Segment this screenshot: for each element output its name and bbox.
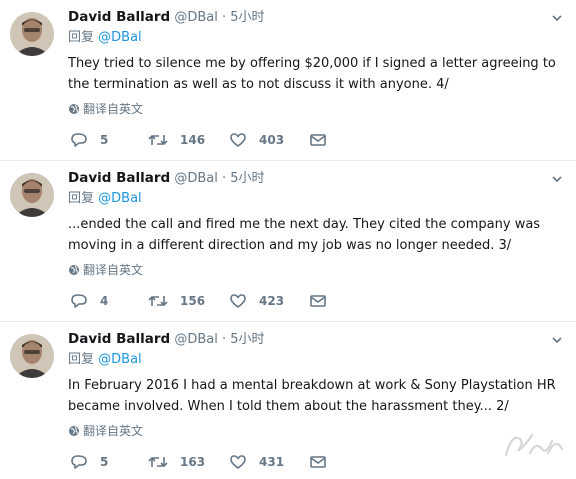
retweet-icon bbox=[148, 457, 168, 467]
display-name[interactable]: David Ballard bbox=[68, 170, 170, 186]
reply-count: 5 bbox=[100, 133, 109, 147]
retweet-count: 156 bbox=[180, 294, 206, 308]
reply-prefix: 回复 bbox=[68, 30, 95, 45]
retweet-count: 146 bbox=[180, 133, 206, 147]
tweet-actions: 5 163 431 bbox=[68, 452, 368, 472]
reply-button[interactable]: 5 bbox=[70, 130, 108, 150]
reply-context: 回复 @DBal bbox=[68, 190, 142, 208]
display-name[interactable]: David Ballard bbox=[68, 331, 170, 347]
retweet-icon bbox=[148, 135, 168, 145]
translate-link[interactable]: 翻译自英文 bbox=[68, 262, 143, 278]
tweet-text: They tried to silence me by offering $20… bbox=[68, 56, 556, 92]
timestamp[interactable]: 5小时 bbox=[230, 332, 264, 347]
tweet-text: In February 2016 I had a mental breakdow… bbox=[68, 378, 556, 414]
timestamp[interactable]: 5小时 bbox=[230, 10, 264, 25]
reply-mention-link[interactable]: @DBal bbox=[98, 30, 142, 45]
reply-mention-link[interactable]: @DBal bbox=[98, 352, 142, 367]
reply-button[interactable]: 4 bbox=[70, 291, 108, 311]
retweet-button[interactable]: 156 bbox=[148, 291, 205, 311]
heart-icon bbox=[230, 294, 246, 308]
direct-message-button[interactable] bbox=[309, 291, 327, 311]
chevron-down-icon[interactable] bbox=[550, 10, 564, 24]
reply-icon bbox=[71, 294, 87, 308]
tweet-text: ...ended the call and fired me the next … bbox=[68, 217, 541, 253]
like-button[interactable]: 431 bbox=[229, 452, 284, 472]
reply-context: 回复 @DBal bbox=[68, 351, 142, 369]
translate-link[interactable]: 翻译自英文 bbox=[68, 101, 143, 117]
retweet-count: 163 bbox=[180, 455, 206, 469]
reply-button[interactable]: 5 bbox=[70, 452, 108, 472]
avatar[interactable] bbox=[10, 334, 54, 378]
heart-icon bbox=[230, 455, 246, 469]
timestamp[interactable]: 5小时 bbox=[230, 171, 264, 186]
heart-icon bbox=[230, 133, 246, 147]
user-handle[interactable]: @DBal bbox=[174, 10, 218, 25]
avatar[interactable] bbox=[10, 173, 54, 217]
retweet-button[interactable]: 146 bbox=[148, 130, 205, 150]
like-button[interactable]: 423 bbox=[229, 291, 284, 311]
tweet[interactable]: David Ballard @DBal · 5小时 回复 @DBal ...en… bbox=[0, 161, 576, 322]
translate-label: 翻译自英文 bbox=[83, 263, 144, 277]
tweet[interactable]: David Ballard @DBal · 5小时 回复 @DBal In Fe… bbox=[0, 322, 576, 479]
reply-count: 4 bbox=[100, 294, 109, 308]
retweet-button[interactable]: 163 bbox=[148, 452, 205, 472]
separator-dot: · bbox=[222, 171, 227, 186]
like-button[interactable]: 403 bbox=[229, 130, 284, 150]
like-count: 403 bbox=[259, 133, 285, 147]
globe-icon bbox=[69, 426, 79, 436]
tweet[interactable]: David Ballard @DBal · 5小时 回复 @DBal They … bbox=[0, 0, 576, 161]
reply-icon bbox=[71, 133, 87, 147]
tweet-header: David Ballard @DBal · 5小时 bbox=[68, 169, 536, 188]
translate-label: 翻译自英文 bbox=[83, 424, 144, 438]
reply-count: 5 bbox=[100, 455, 109, 469]
tweet-header: David Ballard @DBal · 5小时 bbox=[68, 8, 536, 27]
tweet-actions: 4 156 423 bbox=[68, 291, 368, 311]
globe-icon bbox=[69, 265, 79, 275]
like-count: 423 bbox=[259, 294, 285, 308]
reply-icon bbox=[71, 455, 87, 469]
chevron-down-icon[interactable] bbox=[550, 171, 564, 185]
envelope-icon bbox=[310, 456, 326, 468]
like-count: 431 bbox=[259, 455, 285, 469]
separator-dot: · bbox=[222, 332, 227, 347]
reply-prefix: 回复 bbox=[68, 352, 95, 367]
direct-message-button[interactable] bbox=[309, 130, 327, 150]
display-name[interactable]: David Ballard bbox=[68, 9, 170, 25]
user-handle[interactable]: @DBal bbox=[174, 171, 218, 186]
reply-prefix: 回复 bbox=[68, 191, 95, 206]
envelope-icon bbox=[310, 134, 326, 146]
translate-label: 翻译自英文 bbox=[83, 102, 144, 116]
tweet-header: David Ballard @DBal · 5小时 bbox=[68, 330, 536, 349]
direct-message-button[interactable] bbox=[309, 452, 327, 472]
reply-context: 回复 @DBal bbox=[68, 29, 142, 47]
separator-dot: · bbox=[222, 10, 227, 25]
retweet-icon bbox=[148, 296, 168, 306]
avatar[interactable] bbox=[10, 12, 54, 56]
chevron-down-icon[interactable] bbox=[550, 332, 564, 346]
watermark-logo bbox=[502, 427, 566, 463]
envelope-icon bbox=[310, 295, 326, 307]
user-handle[interactable]: @DBal bbox=[174, 332, 218, 347]
translate-link[interactable]: 翻译自英文 bbox=[68, 423, 143, 439]
globe-icon bbox=[69, 104, 79, 114]
tweet-actions: 5 146 403 bbox=[68, 130, 368, 150]
reply-mention-link[interactable]: @DBal bbox=[98, 191, 142, 206]
